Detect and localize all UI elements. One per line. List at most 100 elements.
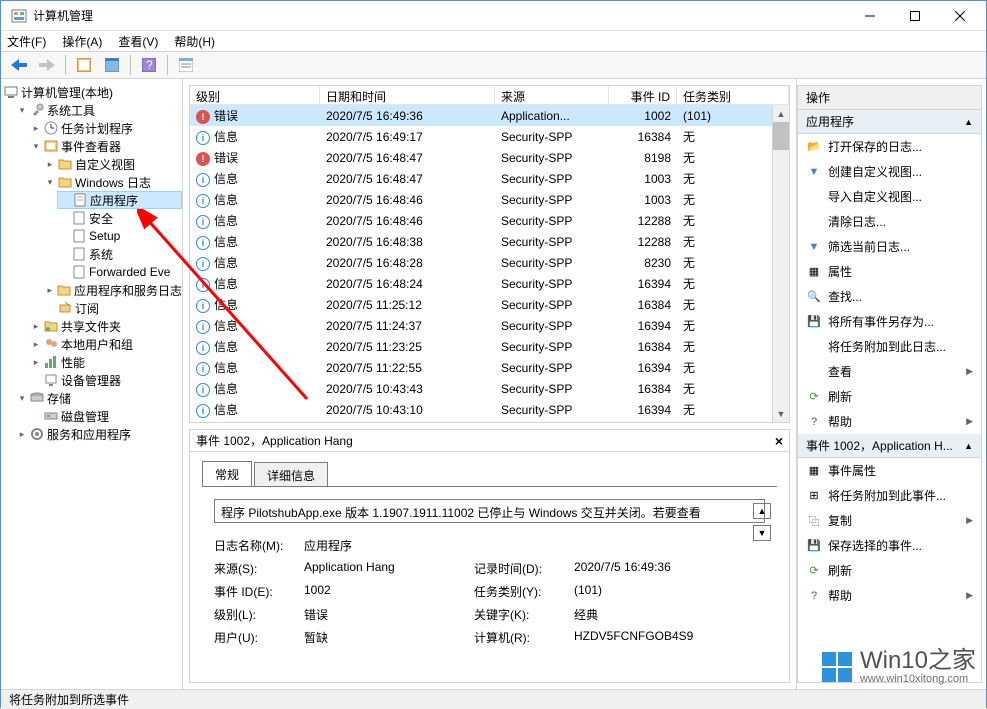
status-text: 将任务附加到所选事件: [9, 691, 129, 708]
forward-button[interactable]: [35, 54, 59, 76]
event-row[interactable]: !错误2020/7/5 16:48:47Security-SPP8198无: [190, 147, 789, 168]
expand-icon[interactable]: ▸: [43, 285, 57, 296]
event-list[interactable]: !错误2020/7/5 16:49:36Application...1002(1…: [189, 105, 790, 423]
scroll-up-icon[interactable]: ▲: [773, 105, 789, 122]
tree-application[interactable]: 应用程序: [57, 191, 182, 209]
expand-icon[interactable]: ▸: [29, 321, 43, 332]
action-attach-task-log[interactable]: 将任务附加到此日志...: [798, 334, 981, 359]
expand-icon[interactable]: ▸: [43, 159, 57, 170]
col-datetime[interactable]: 日期和时间: [320, 86, 495, 104]
event-row[interactable]: i信息2020/7/5 11:24:37Security-SPP16394无: [190, 315, 789, 336]
toolbar-help-icon[interactable]: ?: [137, 54, 161, 76]
action-filter-log[interactable]: ▼筛选当前日志...: [798, 234, 981, 259]
scroll-up-button[interactable]: ▲: [753, 503, 771, 519]
col-source[interactable]: 来源: [495, 86, 609, 104]
tree-local-users-groups[interactable]: ▸ 本地用户和组: [29, 335, 182, 353]
action-copy[interactable]: ⿻复制▶: [798, 508, 981, 533]
tree-device-manager[interactable]: 设备管理器: [29, 371, 182, 389]
tree-system-tools[interactable]: ▾ 系统工具: [15, 101, 182, 119]
action-open-saved-log[interactable]: 📂打开保存的日志...: [798, 134, 981, 159]
tree-event-viewer[interactable]: ▾ 事件查看器: [29, 137, 182, 155]
toolbar-properties-icon[interactable]: [72, 54, 96, 76]
action-help-event[interactable]: ?帮助▶: [798, 583, 981, 608]
event-row[interactable]: i信息2020/7/5 16:49:17Security-SPP16384无: [190, 126, 789, 147]
event-row[interactable]: !错误2020/7/5 16:49:36Application...1002(1…: [190, 105, 789, 126]
expand-icon[interactable]: ▾: [15, 393, 29, 404]
menu-action[interactable]: 操作(A): [62, 33, 102, 50]
tree-disk-management[interactable]: 磁盘管理: [29, 407, 182, 425]
detail-close-icon[interactable]: ×: [775, 433, 783, 449]
action-save-all[interactable]: 💾将所有事件另存为...: [798, 309, 981, 334]
tree-root[interactable]: 计算机管理(本地): [1, 83, 182, 101]
action-save-selected[interactable]: 💾保存选择的事件...: [798, 533, 981, 558]
action-refresh[interactable]: ⟳刷新: [798, 384, 981, 409]
event-row[interactable]: i信息2020/7/5 16:48:28Security-SPP8230无: [190, 252, 789, 273]
event-row[interactable]: i信息2020/7/5 16:48:46Security-SPP1003无: [190, 189, 789, 210]
menu-view[interactable]: 查看(V): [118, 33, 158, 50]
col-eventid[interactable]: 事件 ID: [609, 86, 677, 104]
action-view[interactable]: 查看▶: [798, 359, 981, 384]
tree-subscriptions[interactable]: 订阅: [43, 299, 182, 317]
tree-setup[interactable]: Setup: [57, 227, 182, 245]
minimize-button[interactable]: [847, 1, 892, 31]
tab-general[interactable]: 常规: [202, 461, 252, 487]
collapse-icon[interactable]: ▲: [964, 441, 973, 451]
tree-system[interactable]: 系统: [57, 245, 182, 263]
expand-icon[interactable]: ▸: [15, 429, 29, 440]
tree-services-applications[interactable]: ▸ 服务和应用程序: [15, 425, 182, 443]
expand-icon[interactable]: ▾: [29, 141, 43, 152]
event-row[interactable]: i信息2020/7/5 16:48:46Security-SPP12288无: [190, 210, 789, 231]
scroll-thumb[interactable]: [773, 122, 789, 150]
expand-icon[interactable]: ▸: [29, 123, 43, 134]
action-help[interactable]: ?帮助▶: [798, 409, 981, 434]
tree-shared-folders[interactable]: ▸ 共享文件夹: [29, 317, 182, 335]
action-clear-log[interactable]: 清除日志...: [798, 209, 981, 234]
tree-windows-logs[interactable]: ▾ Windows 日志: [43, 173, 182, 191]
action-find[interactable]: 🔍查找...: [798, 284, 981, 309]
toolbar-panel-icon[interactable]: [100, 54, 124, 76]
event-row[interactable]: i信息2020/7/5 10:43:10Security-SPP16394无: [190, 399, 789, 420]
scrollbar-vertical[interactable]: ▲ ▼: [772, 105, 789, 422]
col-level[interactable]: 级别: [190, 86, 320, 104]
menu-file[interactable]: 文件(F): [7, 33, 46, 50]
action-properties[interactable]: ▦属性: [798, 259, 981, 284]
collapse-icon[interactable]: ▲: [964, 117, 973, 127]
event-row[interactable]: i信息2020/7/5 16:48:47Security-SPP1003无: [190, 168, 789, 189]
event-row[interactable]: i信息2020/7/5 11:25:12Security-SPP16384无: [190, 294, 789, 315]
event-row[interactable]: i信息2020/7/5 16:48:24Security-SPP16394无: [190, 273, 789, 294]
tree-security[interactable]: 安全: [57, 209, 182, 227]
event-row[interactable]: i信息2020/7/5 16:48:38Security-SPP12288无: [190, 231, 789, 252]
tree-app-service-logs[interactable]: ▸ 应用程序和服务日志: [43, 281, 182, 299]
action-create-custom-view[interactable]: ▼创建自定义视图...: [798, 159, 981, 184]
event-datetime: 2020/7/5 10:41:02: [320, 422, 495, 424]
event-row[interactable]: i信息2020/7/5 10:43:43Security-SPP16384无: [190, 378, 789, 399]
tree-forwarded-events[interactable]: Forwarded Eve: [57, 263, 182, 281]
maximize-button[interactable]: [892, 1, 937, 31]
tree-task-scheduler[interactable]: ▸ 任务计划程序: [29, 119, 182, 137]
action-attach-task-event[interactable]: ⊞将任务附加到此事件...: [798, 483, 981, 508]
expand-icon[interactable]: ▸: [29, 357, 43, 368]
close-button[interactable]: [937, 1, 982, 31]
scroll-down-button[interactable]: ▼: [753, 525, 771, 541]
expand-icon[interactable]: ▾: [15, 105, 29, 116]
col-task[interactable]: 任务类别: [677, 86, 789, 104]
action-group-application[interactable]: 应用程序 ▲: [798, 110, 981, 134]
expand-icon[interactable]: ▾: [43, 177, 57, 188]
action-group-event[interactable]: 事件 1002，Application H... ▲: [798, 434, 981, 458]
tree-storage[interactable]: ▾ 存储: [15, 389, 182, 407]
expand-icon[interactable]: ▸: [29, 339, 43, 350]
event-row[interactable]: i信息2020/7/5 10:41:02Security-SPP16384无: [190, 420, 789, 423]
tree-custom-views[interactable]: ▸ 自定义视图: [43, 155, 182, 173]
toolbar-list-icon[interactable]: [174, 54, 198, 76]
scroll-down-icon[interactable]: ▼: [773, 405, 789, 422]
action-event-properties[interactable]: ▦事件属性: [798, 458, 981, 483]
tab-details[interactable]: 详细信息: [254, 462, 328, 488]
event-row[interactable]: i信息2020/7/5 11:23:25Security-SPP16384无: [190, 336, 789, 357]
back-button[interactable]: [7, 54, 31, 76]
event-datetime: 2020/7/5 16:48:38: [320, 233, 495, 251]
tree-performance[interactable]: ▸ 性能: [29, 353, 182, 371]
action-refresh-event[interactable]: ⟳刷新: [798, 558, 981, 583]
event-row[interactable]: i信息2020/7/5 11:22:55Security-SPP16394无: [190, 357, 789, 378]
menu-help[interactable]: 帮助(H): [174, 33, 215, 50]
action-import-custom-view[interactable]: 导入自定义视图...: [798, 184, 981, 209]
